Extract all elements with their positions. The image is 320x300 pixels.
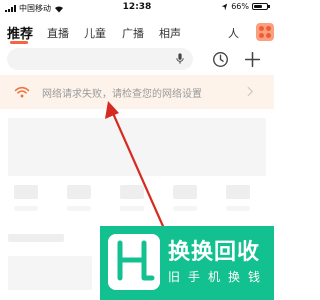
network-error-banner[interactable]: 网络请求失败，请检查您的网络设置 <box>0 75 274 109</box>
card-placeholder <box>8 256 92 290</box>
shortcut-placeholder <box>120 185 144 199</box>
status-bar: 中国移动 12:38 66% <box>0 0 274 16</box>
status-right: 66% <box>221 2 270 11</box>
banner-placeholder <box>8 118 266 176</box>
category-grid-icon[interactable] <box>256 23 274 41</box>
mic-icon[interactable] <box>176 53 184 65</box>
network-error-message: 网络请求失败，请检查您的网络设置 <box>42 89 202 100</box>
active-tab-indicator <box>10 41 28 44</box>
battery-percent: 66% <box>231 2 249 11</box>
tab-crosstalk[interactable]: 相声 <box>159 25 181 41</box>
chevron-right-icon <box>247 86 254 97</box>
wifi-warning-icon <box>14 86 30 98</box>
shortcut-label-placeholder <box>173 206 197 211</box>
shortcut-placeholder <box>67 185 91 199</box>
shortcut-placeholder <box>226 185 250 199</box>
watermark-title: 换换回收 <box>168 240 261 265</box>
battery-icon <box>252 3 270 10</box>
shortcut-placeholder <box>14 185 38 199</box>
battery-fill <box>254 5 262 8</box>
tab-radio[interactable]: 广播 <box>122 25 144 41</box>
search-input[interactable] <box>7 48 193 70</box>
plus-icon[interactable] <box>244 51 261 68</box>
shortcut-label-placeholder <box>67 206 91 211</box>
watermark-logo: 换换回收 旧手机换钱 <box>100 226 274 300</box>
section-title-placeholder <box>8 234 64 242</box>
watermark-subtitle: 旧手机换钱 <box>168 270 269 284</box>
tab-people[interactable]: 人 <box>228 25 239 41</box>
shortcut-label-placeholder <box>226 206 250 211</box>
shortcut-placeholder <box>173 185 197 199</box>
shortcut-label-placeholder <box>14 206 38 211</box>
tab-recommend[interactable]: 推荐 <box>7 23 33 42</box>
tab-children[interactable]: 儿童 <box>84 25 106 41</box>
history-clock-icon[interactable] <box>212 51 229 68</box>
category-tabs: 推荐 直播 儿童 广播 相声 人 <box>0 20 274 46</box>
tab-live[interactable]: 直播 <box>47 25 69 41</box>
location-icon <box>222 3 228 10</box>
shortcut-label-placeholder <box>120 206 144 211</box>
logo-mark-icon <box>108 234 160 290</box>
